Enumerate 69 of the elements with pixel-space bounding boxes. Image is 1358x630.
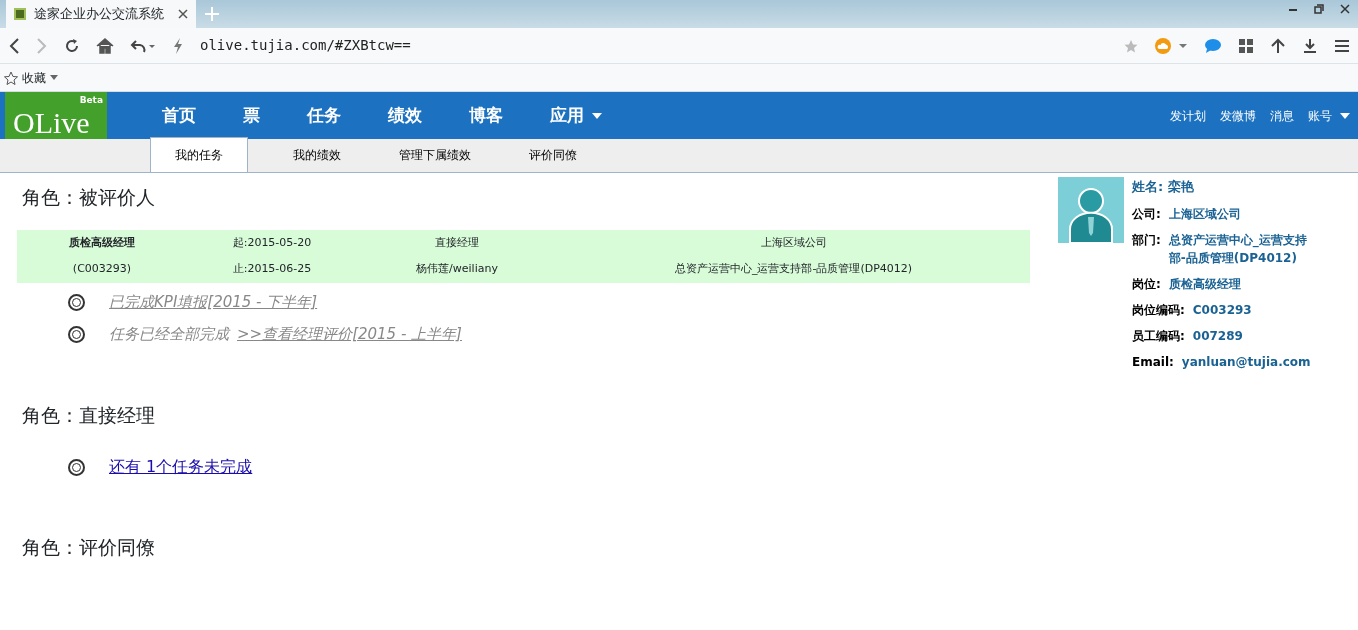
home-icon[interactable] bbox=[96, 37, 114, 54]
nav-link[interactable]: 票 bbox=[243, 102, 260, 129]
star-icon[interactable] bbox=[1124, 38, 1138, 53]
up-arrow-icon[interactable] bbox=[1270, 37, 1286, 54]
browser-tab[interactable]: 途家企业办公交流系统 bbox=[6, 0, 196, 28]
nav-link[interactable]: 账号 bbox=[1308, 106, 1350, 125]
favicon-icon bbox=[14, 8, 26, 20]
caret-icon bbox=[1340, 112, 1350, 119]
subnav-tab[interactable]: 我的绩效 bbox=[268, 138, 366, 172]
field-value: 质检高级经理 bbox=[1168, 275, 1241, 293]
undo-icon[interactable] bbox=[130, 37, 156, 54]
table-cell: 直接经理 bbox=[357, 229, 557, 256]
bookmarks-menu[interactable]: 收藏 bbox=[4, 68, 58, 87]
nav-link[interactable]: 绩效 bbox=[388, 102, 422, 129]
table-cell: 止:2015-06-25 bbox=[187, 256, 357, 283]
table-cell: 杨伟莲/weiliany bbox=[357, 256, 557, 283]
field-label: 员工编码: bbox=[1132, 327, 1185, 345]
close-icon[interactable] bbox=[1340, 4, 1350, 14]
field-label: 岗位编码: bbox=[1132, 301, 1185, 319]
section-heading: 角色：被评价人 bbox=[22, 185, 156, 210]
profile-name: 姓名: 栾艳 bbox=[1132, 178, 1195, 196]
task-link[interactable]: 还有 1个任务未完成 bbox=[109, 455, 253, 479]
caret-icon bbox=[592, 112, 602, 119]
section-heading: 角色：直接经理 bbox=[22, 402, 156, 428]
field-value: 上海区域公司 bbox=[1168, 205, 1241, 223]
field-label: 岗位: bbox=[1132, 275, 1161, 293]
radio-icon bbox=[68, 294, 85, 311]
star-icon bbox=[4, 70, 18, 85]
nav-link[interactable]: 任务 bbox=[307, 102, 341, 129]
reload-icon[interactable] bbox=[64, 37, 80, 54]
grid-icon[interactable] bbox=[1238, 37, 1254, 54]
chat-bubble-icon[interactable] bbox=[1204, 37, 1222, 54]
field-value: C003293 bbox=[1192, 301, 1252, 319]
back-icon[interactable] bbox=[8, 37, 20, 54]
field-value: 总资产运营中心_运营支持部-品质管理(DP4012) bbox=[1168, 231, 1308, 267]
radio-icon bbox=[68, 458, 85, 476]
caret-icon bbox=[50, 75, 58, 80]
download-icon[interactable] bbox=[1302, 37, 1318, 54]
menu-icon[interactable] bbox=[1334, 38, 1350, 53]
nav-link[interactable]: 博客 bbox=[469, 102, 503, 129]
field-label: 部门: bbox=[1132, 231, 1161, 249]
subnav-tab[interactable]: 评价同僚 bbox=[504, 138, 602, 172]
restore-icon[interactable] bbox=[1314, 4, 1324, 14]
table-cell: 起:2015-05-20 bbox=[187, 229, 357, 256]
radio-icon bbox=[68, 326, 85, 343]
task-link[interactable]: 已完成KPI填报[2015 - 下半年] bbox=[109, 291, 318, 314]
nav-link[interactable]: 消息 bbox=[1270, 106, 1294, 125]
beta-label: Beta bbox=[79, 94, 103, 107]
nav-link[interactable]: 发微博 bbox=[1220, 106, 1256, 125]
table-cell: 总资产运营中心_运营支持部-品质管理(DP4012) bbox=[557, 256, 1030, 283]
task-link[interactable]: >>查看经理评价[2015 - 上半年] bbox=[237, 323, 462, 346]
table-cell: 质检高级经理 bbox=[17, 229, 187, 256]
nav-link[interactable]: 发计划 bbox=[1170, 106, 1206, 125]
subnav-tab[interactable]: 我的任务 bbox=[150, 137, 248, 172]
nav-link[interactable]: 首页 bbox=[162, 102, 196, 129]
avatar-placeholder bbox=[1058, 177, 1124, 243]
close-icon[interactable] bbox=[178, 9, 188, 19]
section-heading: 角色：评价同僚 bbox=[22, 535, 156, 560]
logo-text[interactable]: OLive bbox=[13, 106, 90, 139]
subnav-tab[interactable]: 管理下属绩效 bbox=[386, 138, 484, 172]
nav-link[interactable]: 应用 bbox=[550, 102, 602, 129]
tab-title: 途家企业办公交流系统 bbox=[34, 5, 165, 24]
table-cell: 上海区域公司 bbox=[557, 229, 1030, 256]
task-status: 任务已经全部完成 bbox=[109, 324, 229, 346]
field-label: Email: bbox=[1132, 353, 1174, 371]
field-label: 公司: bbox=[1132, 205, 1161, 223]
field-value: yanluan@tujia.com bbox=[1181, 353, 1311, 371]
field-value: 007289 bbox=[1192, 327, 1243, 345]
table-cell: (C003293) bbox=[17, 256, 187, 283]
